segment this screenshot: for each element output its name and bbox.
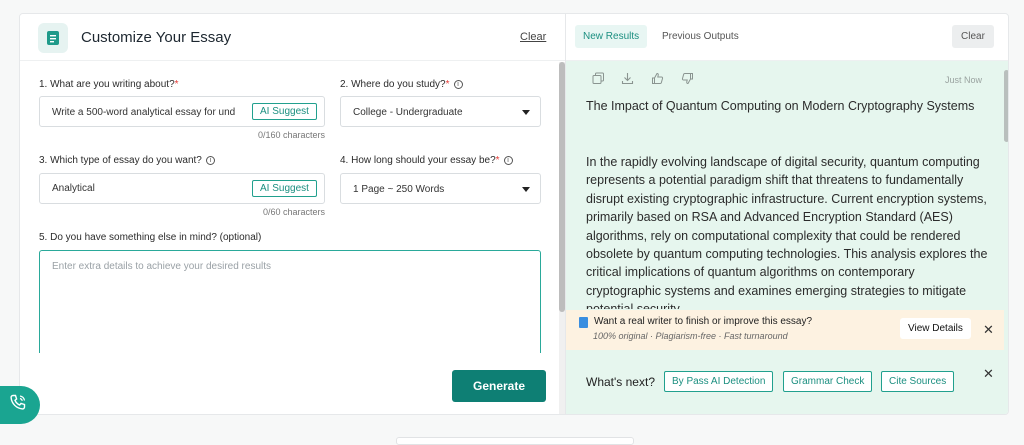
essay-type-char-counter: 0/60 characters (262, 207, 325, 217)
essay-body: In the rapidly evolving landscape of dig… (586, 155, 988, 309)
essay-type-input[interactable]: Analytical AI Suggest (39, 173, 325, 204)
extra-details-label: 5. Do you have something else in mind? (… (39, 232, 262, 243)
results-scrollbar-thumb[interactable] (1004, 70, 1008, 142)
download-icon[interactable] (621, 72, 635, 86)
grammar-check-button[interactable]: Grammar Check (783, 371, 873, 392)
tab-new-results[interactable]: New Results (575, 25, 648, 48)
customize-header: Customize Your Essay Clear (20, 14, 565, 61)
close-icon[interactable]: ✕ (983, 323, 994, 336)
info-icon[interactable]: i (503, 156, 513, 165)
phone-icon (8, 393, 28, 418)
close-icon[interactable]: ✕ (983, 367, 994, 380)
document-icon (38, 23, 68, 53)
view-details-button[interactable]: View Details (900, 318, 971, 339)
book-icon (579, 317, 588, 328)
output-timestamp: Just Now (945, 75, 983, 85)
essay-title: The Impact of Quantum Computing on Moder… (586, 99, 975, 113)
results-scrollbar[interactable] (1004, 62, 1008, 414)
clear-form-link[interactable]: Clear (520, 31, 546, 43)
cite-sources-button[interactable]: Cite Sources (881, 371, 955, 392)
whats-next-label: What's next? (586, 375, 655, 389)
promo-title: Want a real writer to finish or improve … (594, 316, 813, 327)
essay-tool-frame: Customize Your Essay Clear 1. What are y… (19, 13, 1009, 415)
chevron-down-icon (522, 110, 530, 115)
chevron-down-icon (522, 187, 530, 192)
generate-button[interactable]: Generate (452, 370, 546, 402)
topic-input[interactable]: Write a 500-word analytical essay for un… (39, 96, 325, 127)
call-support-button[interactable] (0, 386, 40, 424)
extra-details-textarea[interactable] (39, 250, 541, 370)
info-icon[interactable]: i (453, 80, 463, 89)
essay-length-select[interactable]: 1 Page ~ 250 Words (340, 173, 541, 204)
customize-panel: Customize Your Essay Clear 1. What are y… (20, 14, 565, 414)
page-title: Customize Your Essay (81, 29, 232, 46)
tab-previous-outputs[interactable]: Previous Outputs (662, 31, 739, 42)
promo-subtitle: 100% original · Plagiarism-free · Fast t… (593, 331, 788, 341)
clear-results-button[interactable]: Clear (952, 25, 994, 48)
results-header: New Results Previous Outputs Clear (566, 14, 1008, 61)
thumbs-up-icon[interactable] (651, 72, 665, 86)
results-panel: New Results Previous Outputs Clear Just … (565, 14, 1008, 414)
writer-promo-banner: Want a real writer to finish or improve … (566, 310, 1004, 350)
copy-icon[interactable] (592, 72, 606, 86)
essay-type-ai-suggest-button[interactable]: AI Suggest (252, 180, 317, 197)
study-level-select[interactable]: College - Undergraduate (340, 96, 541, 127)
topic-char-counter: 0/160 characters (257, 130, 325, 140)
thumbs-down-icon[interactable] (681, 72, 695, 86)
study-level-label: 2. Where do you study?* i (340, 79, 463, 90)
essay-type-label: 3. Which type of essay do you want? i (39, 155, 215, 166)
essay-length-label: 4. How long should your essay be?* i (340, 155, 513, 166)
topic-ai-suggest-button[interactable]: AI Suggest (252, 103, 317, 120)
bottom-panel-stub (396, 437, 634, 445)
topic-label: 1. What are you writing about?* (39, 79, 179, 90)
info-icon[interactable]: i (205, 156, 215, 165)
bypass-ai-detection-button[interactable]: By Pass AI Detection (664, 371, 774, 392)
